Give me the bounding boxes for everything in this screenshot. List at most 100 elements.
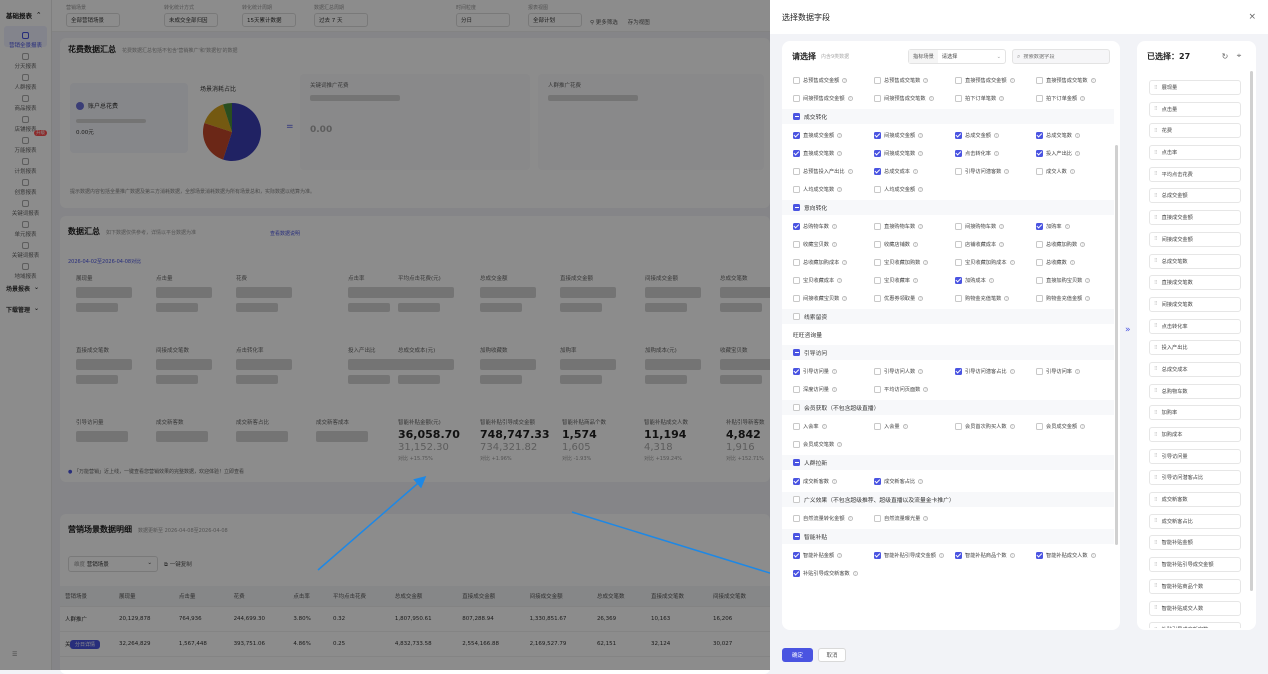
field-checkbox[interactable]: 会员成交金额? bbox=[1036, 418, 1114, 434]
field-checkbox[interactable]: 会员首次购买人数? bbox=[955, 418, 1036, 434]
drag-handle-icon[interactable]: ⠿ bbox=[1154, 193, 1158, 199]
checkbox-icon[interactable] bbox=[874, 422, 881, 430]
selected-field-item[interactable]: ⠿ 点击转化率 bbox=[1149, 318, 1241, 334]
field-checkbox[interactable]: 宝贝收藏加购数? bbox=[874, 254, 955, 270]
field-checkbox[interactable]: 智能补贴成交人数? bbox=[1036, 547, 1114, 563]
help-icon[interactable]: ? bbox=[831, 223, 837, 229]
checkbox-icon[interactable] bbox=[1036, 149, 1043, 157]
field-checkbox[interactable]: 宝贝收藏率? bbox=[874, 272, 955, 288]
drag-handle-icon[interactable]: ⠿ bbox=[1154, 171, 1158, 177]
checkbox-icon[interactable] bbox=[793, 422, 800, 430]
help-icon[interactable]: ? bbox=[938, 552, 944, 558]
field-checkbox[interactable]: 总收藏加购成本? bbox=[793, 254, 874, 270]
help-icon[interactable]: ? bbox=[1074, 132, 1080, 138]
field-checkbox[interactable]: 自然流量转化金额? bbox=[793, 510, 874, 526]
checkbox-icon[interactable] bbox=[793, 367, 800, 375]
field-checkbox[interactable]: 总成交金额? bbox=[955, 127, 1036, 143]
group-checkbox-icon[interactable] bbox=[793, 313, 800, 320]
checkbox-icon[interactable] bbox=[793, 240, 800, 248]
selected-field-item[interactable]: ⠿ 智能补贴引导成交金额 bbox=[1149, 557, 1241, 573]
field-checkbox[interactable]: 宝贝收藏加购成本? bbox=[955, 254, 1036, 270]
help-icon[interactable]: ? bbox=[918, 186, 924, 192]
group-checkbox-icon[interactable] bbox=[793, 533, 800, 540]
help-icon[interactable]: ? bbox=[842, 259, 848, 265]
checkbox-icon[interactable] bbox=[874, 222, 881, 230]
checkbox-icon[interactable] bbox=[955, 76, 962, 84]
field-search-input[interactable] bbox=[1023, 53, 1104, 60]
checkbox-icon[interactable] bbox=[793, 131, 800, 139]
checkbox-icon[interactable] bbox=[1036, 367, 1043, 375]
checkbox-icon[interactable] bbox=[1036, 131, 1043, 139]
checkbox-icon[interactable] bbox=[1036, 240, 1043, 248]
field-checkbox[interactable]: 入会量? bbox=[874, 418, 955, 434]
help-icon[interactable]: ? bbox=[1009, 259, 1015, 265]
drag-handle-icon[interactable]: ⠿ bbox=[1154, 410, 1158, 416]
field-group-header[interactable]: 引导访问 bbox=[782, 345, 1114, 360]
checkbox-icon[interactable] bbox=[1036, 76, 1043, 84]
field-checkbox[interactable]: 店铺收藏成本? bbox=[955, 236, 1036, 252]
selected-field-item[interactable]: ⠿ 总成交笔数 bbox=[1149, 253, 1241, 269]
field-checkbox[interactable]: 总预售投入产出比? bbox=[793, 163, 874, 179]
help-icon[interactable]: ? bbox=[831, 368, 837, 374]
field-checkbox[interactable]: 直接成交金额? bbox=[793, 127, 874, 143]
help-icon[interactable]: ? bbox=[912, 277, 918, 283]
checkbox-icon[interactable] bbox=[874, 551, 881, 559]
group-checkbox-icon[interactable] bbox=[793, 404, 800, 411]
selected-field-item[interactable]: ⠿ 智能补贴金额 bbox=[1149, 535, 1241, 551]
checkbox-icon[interactable] bbox=[793, 477, 800, 485]
drag-handle-icon[interactable]: ⠿ bbox=[1154, 150, 1158, 156]
help-icon[interactable]: ? bbox=[1009, 423, 1015, 429]
checkbox-icon[interactable] bbox=[1036, 94, 1043, 102]
field-checkbox[interactable]: 直接购物车数? bbox=[874, 218, 955, 234]
checkbox-icon[interactable] bbox=[793, 222, 800, 230]
help-icon[interactable]: ? bbox=[1074, 368, 1080, 374]
field-group-header[interactable]: 意向转化 bbox=[782, 200, 1114, 215]
close-icon[interactable]: × bbox=[1248, 12, 1256, 22]
drag-handle-icon[interactable]: ⠿ bbox=[1154, 388, 1158, 394]
field-group-header[interactable]: 成交转化 bbox=[782, 109, 1114, 124]
field-checkbox[interactable]: 引导访问潜客数? bbox=[955, 163, 1036, 179]
checkbox-icon[interactable] bbox=[1036, 294, 1043, 302]
checkbox-icon[interactable] bbox=[793, 167, 800, 175]
field-checkbox[interactable]: 成交新客数? bbox=[793, 473, 874, 489]
field-checkbox[interactable]: 加购成本? bbox=[955, 272, 1036, 288]
checkbox-icon[interactable] bbox=[955, 551, 962, 559]
checkbox-icon[interactable] bbox=[874, 294, 881, 302]
help-icon[interactable]: ? bbox=[821, 423, 827, 429]
drag-handle-icon[interactable]: ⠿ bbox=[1154, 215, 1158, 221]
checkbox-icon[interactable] bbox=[1036, 167, 1043, 175]
field-checkbox[interactable]: 总预售成交笔数? bbox=[874, 72, 955, 88]
help-icon[interactable]: ? bbox=[1004, 168, 1010, 174]
field-checkbox[interactable]: 间接成交笔数? bbox=[874, 145, 955, 161]
field-checkbox[interactable]: 成交人数? bbox=[1036, 163, 1114, 179]
field-checkbox[interactable]: 宝贝收藏成本? bbox=[793, 272, 874, 288]
checkbox-icon[interactable] bbox=[874, 185, 881, 193]
help-icon[interactable]: ? bbox=[912, 241, 918, 247]
help-icon[interactable]: ? bbox=[1080, 423, 1086, 429]
help-icon[interactable]: ? bbox=[1064, 223, 1070, 229]
help-icon[interactable]: ? bbox=[993, 132, 999, 138]
help-icon[interactable]: ? bbox=[1080, 241, 1086, 247]
drag-handle-icon[interactable]: ⠿ bbox=[1154, 258, 1158, 264]
checkbox-icon[interactable] bbox=[874, 258, 881, 266]
help-icon[interactable]: ? bbox=[831, 478, 837, 484]
checkbox-icon[interactable] bbox=[874, 149, 881, 157]
help-icon[interactable]: ? bbox=[902, 423, 908, 429]
checkbox-icon[interactable] bbox=[874, 94, 881, 102]
refresh-icon[interactable]: ↻ bbox=[1218, 49, 1232, 63]
drag-handle-icon[interactable]: ⠿ bbox=[1154, 323, 1158, 329]
drag-handle-icon[interactable]: ⠿ bbox=[1154, 85, 1158, 91]
checkbox-icon[interactable] bbox=[955, 94, 962, 102]
drag-handle-icon[interactable]: ⠿ bbox=[1154, 366, 1158, 372]
help-icon[interactable]: ? bbox=[918, 132, 924, 138]
field-checkbox[interactable]: 入会率? bbox=[793, 418, 874, 434]
checkbox-icon[interactable] bbox=[793, 276, 800, 284]
help-icon[interactable]: ? bbox=[1090, 552, 1096, 558]
drag-handle-icon[interactable]: ⠿ bbox=[1154, 106, 1158, 112]
pin-icon[interactable]: ⌖ bbox=[1232, 49, 1246, 63]
checkbox-icon[interactable] bbox=[955, 167, 962, 175]
field-checkbox[interactable]: 直接加购宝贝数? bbox=[1036, 272, 1114, 288]
checkbox-icon[interactable] bbox=[793, 294, 800, 302]
help-icon[interactable]: ? bbox=[1090, 77, 1096, 83]
checkbox-icon[interactable] bbox=[874, 76, 881, 84]
